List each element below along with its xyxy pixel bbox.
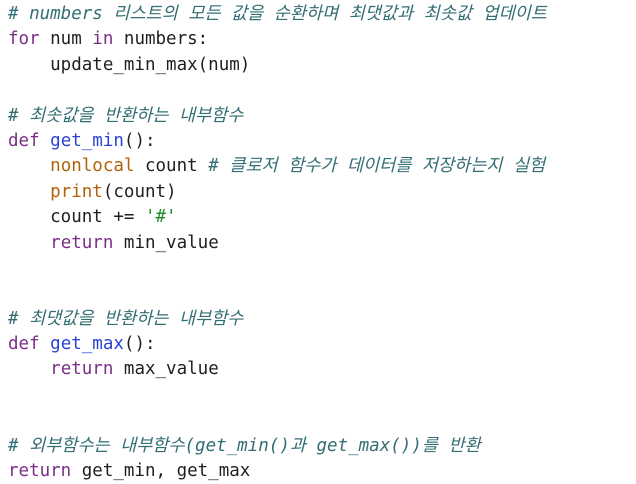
code-token-plain: (): [123, 130, 156, 151]
code-line: update_min_max(num) [8, 53, 547, 78]
code-line: # 외부함수는 내부함수(get_min()과 get_max())를 반환 [8, 434, 547, 459]
code-line: def get_min(): [8, 129, 547, 154]
code-token-plain: update_min_max(num) [8, 54, 251, 75]
code-token-builtin: print [50, 181, 103, 202]
code-token-keyword: for [8, 29, 40, 50]
code-token-string: '#' [144, 207, 177, 228]
code-token-plain: (count) [102, 181, 177, 202]
code-token-comment: # 최댓값을 반환하는 내부함수 [8, 308, 244, 329]
code-token-plain: get_min, get_max [71, 461, 251, 482]
code-line: for num in numbers: [8, 27, 547, 52]
code-token-plain: numbers: [113, 29, 209, 50]
code-token-comment: # numbers 리스트의 모든 값을 순환하며 최댓값과 최솟값 업데이트 [8, 4, 547, 24]
code-token-keyword: def [8, 130, 40, 151]
code-line: nonlocal count # 클로저 함수가 데이터를 저장하는지 실험 [8, 154, 547, 179]
code-token-plain: max_value [113, 359, 219, 380]
code-line: count += '#' [8, 205, 547, 230]
code-token-plain: (): [123, 334, 156, 355]
code-token-plain: count [134, 156, 209, 177]
code-token-keyword: return [8, 461, 72, 482]
code-token-builtin: nonlocal [50, 156, 135, 177]
code-line: def get_max(): [8, 332, 547, 357]
code-token-keyword: return [50, 359, 114, 380]
code-token-def: get_min [50, 130, 124, 151]
code-line: # 최솟값을 반환하는 내부함수 [8, 104, 547, 129]
code-token-keyword: return [50, 232, 114, 253]
code-editor[interactable]: # numbers 리스트의 모든 값을 순환하며 최댓값과 최솟값 업데이트 f… [8, 2, 547, 484]
code-token-keyword: def [8, 334, 40, 355]
code-token-plain: count += [8, 207, 145, 228]
code-token-plain: num [39, 29, 93, 50]
code-token-comment: # 최솟값을 반환하는 내부함수 [8, 105, 244, 126]
code-token-plain: min_value [113, 232, 219, 253]
code-line: return min_value [8, 231, 547, 256]
code-line: print(count) [8, 180, 547, 205]
code-token-comment: # 클로저 함수가 데이터를 저장하는지 실험 [208, 156, 546, 177]
code-line: # numbers 리스트의 모든 값을 순환하며 최댓값과 최솟값 업데이트 [8, 2, 547, 27]
code-token-keyword: in [92, 29, 114, 50]
code-token-def: get_max [50, 334, 124, 355]
code-token-comment: # 외부함수는 내부함수(get_min()과 get_max())를 반환 [8, 435, 481, 456]
code-line: return get_min, get_max [8, 459, 547, 484]
code-line: return max_value [8, 357, 547, 382]
code-line: # 최댓값을 반환하는 내부함수 [8, 307, 547, 332]
